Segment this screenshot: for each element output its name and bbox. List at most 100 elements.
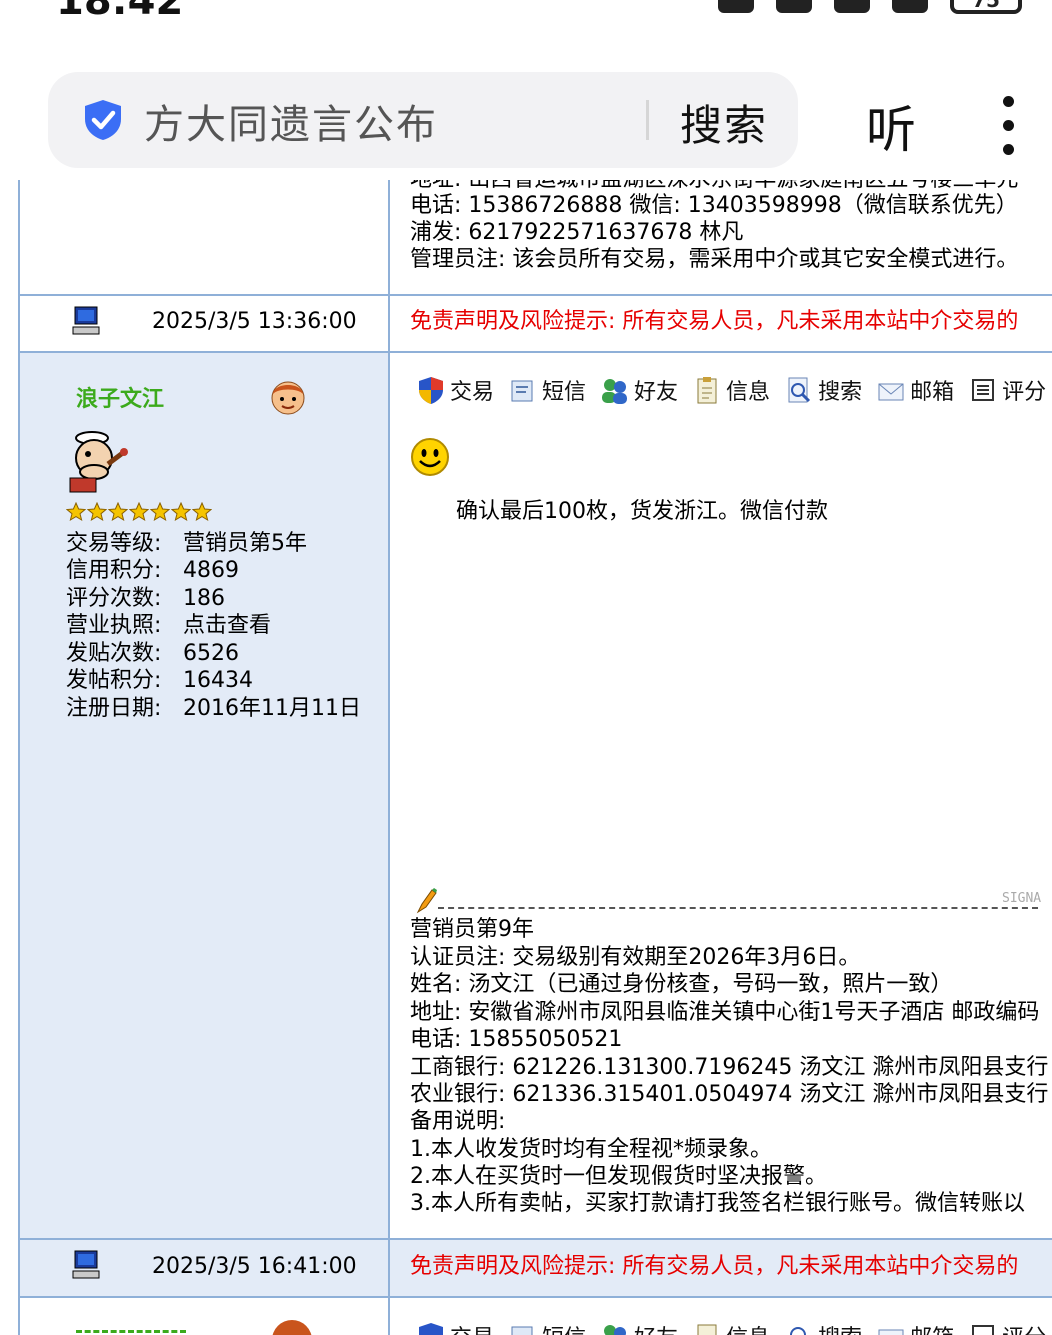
star-icon: [87, 502, 107, 522]
prev-signature-line: 管理员注: 该会员所有交易，需采用中介或其它安全模式进行。: [410, 247, 1019, 272]
more-dot-icon: [1002, 96, 1014, 107]
stat-value: 186: [183, 586, 225, 611]
column-divider: [388, 180, 390, 1335]
row-divider: [18, 1238, 1052, 1240]
stat-value: 2016年11月11日: [183, 696, 361, 721]
shield-icon: [419, 377, 443, 404]
search-post-button[interactable]: 搜索: [784, 374, 862, 406]
prev-signature-line: 浦发: 6217922571637678 林凡: [410, 220, 744, 245]
info-button[interactable]: 信息: [692, 374, 770, 406]
search-button[interactable]: 搜索: [680, 92, 768, 153]
list-icon: [972, 1325, 995, 1335]
post-datetime: 2025/3/5 16:41:00: [152, 1254, 357, 1279]
username[interactable]: 浪子文江: [76, 386, 164, 413]
friend-button[interactable]: 好友: [600, 1320, 678, 1335]
mute-icon: [776, 0, 812, 13]
listen-button[interactable]: 听: [866, 90, 916, 162]
status-bar: 18:42 75: [0, 0, 1052, 30]
signature-line: 认证员注: 交易级别有效期至2026年3月6日。: [410, 945, 861, 970]
stat-label: 信用积分:: [66, 558, 162, 583]
message-label: 短信: [542, 1320, 586, 1335]
status-icons: 75: [718, 0, 1022, 14]
info-button[interactable]: 信息: [692, 1320, 770, 1335]
rating-button[interactable]: 评分: [968, 1320, 1046, 1335]
message-button[interactable]: 短信: [508, 1320, 586, 1335]
trade-button[interactable]: 交易: [416, 374, 494, 406]
post-content: 确认最后100枚，货发浙江。微信付款: [456, 499, 828, 524]
search-box[interactable]: 方大同遗言公布 搜索: [48, 72, 798, 168]
mail-button[interactable]: 邮箱: [876, 1320, 954, 1335]
stat-label: 注册日期:: [66, 696, 162, 721]
clipboard-icon: [697, 377, 717, 404]
stat-value: 营销员第5年: [183, 531, 307, 556]
row-divider: [18, 1296, 1052, 1298]
mail-icon: [878, 383, 904, 401]
rating-button[interactable]: 评分: [968, 374, 1046, 406]
magnifier-icon: [788, 377, 811, 403]
star-icon: [150, 502, 170, 522]
eye-comfort-icon: [718, 0, 754, 13]
search-post-button[interactable]: 搜索: [784, 1320, 862, 1335]
info-label: 信息: [726, 380, 771, 405]
stat-label: 评分次数:: [66, 586, 162, 611]
clipboard-icon: [697, 1324, 717, 1335]
message-button[interactable]: 短信: [508, 374, 586, 406]
rating-label: 评分: [1002, 1320, 1046, 1335]
disclaimer-text: 免责声明及风险提示: 所有交易人员，凡未采用本站中介交易的: [410, 309, 1019, 334]
stat-label: 交易等级:: [66, 531, 162, 556]
signature-line: 电话: 15855050521: [410, 1027, 623, 1052]
list-icon: [972, 379, 995, 401]
star-icon: [192, 502, 212, 522]
row-divider: [18, 351, 1052, 353]
business-license-link[interactable]: 点击查看: [183, 612, 271, 639]
signature-tag: SIGNA: [1002, 891, 1042, 906]
stat-label: 发贴次数:: [66, 641, 162, 666]
star-icon: [171, 502, 191, 522]
signature-line: 地址: 安徽省滁州市凤阳县临淮关镇中心街1号天子酒店 邮政编码: [410, 1000, 1040, 1025]
star-icon: [129, 502, 149, 522]
forum-thread: 地址: 山西省运城市盐湖区涑水东街华源家庭南区五号楼三单元 电话: 153867…: [0, 180, 1052, 1335]
browser-toolbar: 方大同遗言公布 搜索 听: [0, 60, 1052, 180]
wifi-icon: [834, 0, 870, 13]
more-menu-button[interactable]: [1000, 96, 1016, 156]
stat-label: 营业执照:: [66, 613, 162, 638]
disclaimer-text: 免责声明及风险提示: 所有交易人员，凡未采用本站中介交易的: [410, 1254, 1019, 1279]
signal-icon: [892, 0, 928, 13]
prev-signature-line: 电话: 15386726888 微信: 13403598998（微信联系优先）: [410, 193, 1018, 218]
friend-button[interactable]: 好友: [600, 374, 678, 406]
search-label: 搜索: [818, 380, 863, 405]
trade-label: 交易: [450, 380, 495, 405]
signature-line: 姓名: 汤文江（已通过身份核查，号码一致，照片一致）: [410, 972, 953, 997]
friends-icon: [602, 379, 628, 404]
shield-icon: [419, 1323, 443, 1335]
status-clock: 18:42: [56, 0, 184, 24]
post-datetime: 2025/3/5 13:36:00: [152, 309, 357, 334]
mail-label: 邮箱: [910, 380, 955, 405]
search-label: 搜索: [818, 1320, 862, 1335]
user-avatar-icon[interactable]: [268, 376, 308, 416]
signature-line: 2.本人在买货时一但发现假货时坚决报警。: [410, 1164, 827, 1189]
sms-icon: [511, 380, 533, 402]
friends-icon: [604, 1325, 627, 1335]
computer-icon: [72, 1250, 100, 1279]
shield-icon: [85, 100, 121, 140]
trade-button[interactable]: 交易: [416, 1320, 494, 1335]
signature-line: 1.本人收发货时均有全程视*频录象。: [410, 1137, 772, 1162]
friend-label: 好友: [634, 1320, 678, 1335]
battery-icon: 75: [950, 0, 1022, 14]
next-post-toolbar: 交易 短信 好友 信息 搜索 邮箱 评分: [416, 1320, 1046, 1335]
star-rating: [66, 502, 212, 522]
stat-value: 6526: [183, 641, 239, 666]
message-label: 短信: [542, 380, 587, 405]
search-query[interactable]: 方大同遗言公布: [144, 92, 438, 150]
star-icon: [108, 502, 128, 522]
star-icon: [66, 502, 86, 522]
signature-line: 农业银行: 621336.315401.0504974 汤文江 滁州市凤阳县支行: [410, 1082, 1049, 1107]
mail-button[interactable]: 邮箱: [876, 374, 954, 406]
signature-line: 营销员第9年: [410, 917, 534, 942]
pencil-icon: [416, 888, 437, 914]
signature-line: 3.本人所有卖帖，买家打款请打我签名栏银行账号。微信转账以: [410, 1191, 1025, 1216]
sms-icon: [511, 1326, 533, 1335]
trade-label: 交易: [450, 1320, 494, 1335]
signature-line: 工商银行: 621226.131300.7196245 汤文江 滁州市凤阳县支行: [410, 1055, 1049, 1080]
